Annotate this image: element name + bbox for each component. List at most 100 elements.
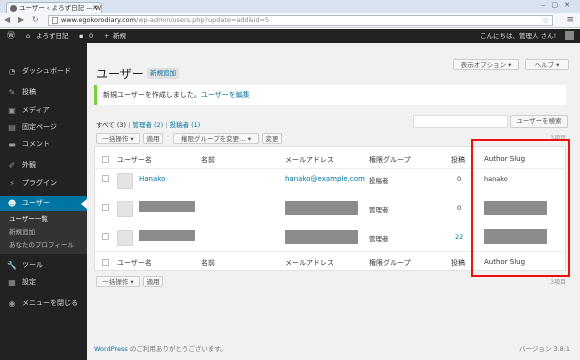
greeting-link[interactable]: こんにちは、管理人 さん! bbox=[480, 29, 556, 43]
sidebar-item-posts[interactable]: ✎ 投稿 bbox=[0, 86, 87, 99]
search-input[interactable] bbox=[413, 115, 508, 128]
row-checkbox[interactable] bbox=[102, 175, 109, 182]
home-icon[interactable]: ⌂ bbox=[26, 29, 30, 43]
edit-user-link[interactable]: ユーザーを編集 bbox=[201, 91, 250, 99]
site-name-link[interactable]: よろず日記 bbox=[36, 29, 69, 43]
posts-link[interactable]: 22 bbox=[455, 233, 463, 241]
sidebar-item-label: メニューを閉じる bbox=[22, 299, 78, 307]
browser-tabstrip: ユーザー ‹ よろず日記 — W ✕ ‒▢✕ bbox=[0, 0, 580, 13]
close-tab-icon[interactable]: ✕ bbox=[92, 3, 98, 13]
sidebar-item-media[interactable]: ▣ メディア bbox=[0, 104, 87, 117]
sidebar-item-label: 投稿 bbox=[22, 88, 36, 96]
col-header-posts: 投稿 bbox=[451, 156, 465, 164]
redacted-username bbox=[139, 201, 195, 212]
wordpress-logo-icon[interactable]: Ⓦ bbox=[7, 29, 15, 43]
media-icon: ▣ bbox=[8, 106, 16, 115]
role-filters: すべて (3) | 管理者 (2) | 投稿者 (1) bbox=[96, 119, 200, 129]
sidebar-item-label: 設定 bbox=[22, 278, 36, 286]
col-footer-role: 権限グループ bbox=[369, 259, 411, 267]
apply-button-bottom[interactable]: 適用 bbox=[143, 276, 163, 287]
dashboard-icon: ◔ bbox=[8, 67, 16, 76]
comment-icon: ▬ bbox=[8, 140, 16, 149]
sidebar-item-label: 固定ページ bbox=[22, 123, 57, 131]
new-content-link[interactable]: 新規 bbox=[113, 29, 126, 43]
comment-bubble-icon[interactable]: ▪ bbox=[79, 29, 83, 43]
apply-button[interactable]: 適用 bbox=[143, 133, 163, 144]
address-bar-row: ◀ ▶ ↻ www.egokorodiary.com/wp-admin/user… bbox=[0, 13, 580, 28]
col-footer-username[interactable]: ユーザー名 bbox=[117, 258, 152, 268]
avatar bbox=[117, 201, 133, 217]
redacted-email bbox=[285, 201, 358, 215]
notice-text: 新規ユーザーを作成しました。 bbox=[103, 91, 201, 99]
brush-icon: ✐ bbox=[8, 161, 16, 170]
row-checkbox[interactable] bbox=[102, 204, 109, 211]
sidebar-item-label: ユーザー bbox=[22, 199, 50, 207]
wordpress-link[interactable]: WordPress bbox=[94, 345, 128, 353]
browser-menu-icon[interactable]: ≡ bbox=[566, 15, 574, 25]
footer-version: バージョン 3.8.1 bbox=[519, 345, 570, 353]
sidebar-item-comments[interactable]: ▬ コメント bbox=[0, 138, 87, 151]
col-header-name[interactable]: 名前 bbox=[201, 155, 215, 165]
sidebar-item-users[interactable]: ☻ ユーザー bbox=[0, 196, 87, 211]
bulk-action-select-bottom[interactable]: 一括操作 ▾ bbox=[96, 276, 140, 287]
comments-count[interactable]: 0 bbox=[89, 29, 93, 43]
reload-icon[interactable]: ↻ bbox=[32, 15, 39, 24]
footer-thanks-text: のご利用ありがとうございます。 bbox=[127, 345, 227, 353]
wrench-icon: 🔧 bbox=[7, 261, 17, 270]
sidebar-item-settings[interactable]: ▦ 設定 bbox=[0, 276, 87, 289]
filter-all[interactable]: すべて (3) bbox=[96, 121, 126, 129]
screen-options-button[interactable]: 表示オプション ▾ bbox=[453, 59, 519, 70]
submenu-all-users[interactable]: ユーザー一覧 bbox=[0, 213, 87, 225]
avatar[interactable] bbox=[565, 31, 574, 40]
sidebar-item-tools[interactable]: 🔧 ツール bbox=[0, 259, 87, 272]
filter-author[interactable]: 投稿者 (1) bbox=[170, 121, 201, 129]
bookmark-star-icon[interactable]: ☆ bbox=[542, 16, 549, 25]
main-content: 表示オプション ▾ ヘルプ ▾ ユーザー 新規追加 新規ユーザーを作成しました。… bbox=[87, 43, 580, 360]
bulk-action-select[interactable]: 一括操作 ▾ bbox=[96, 133, 140, 144]
search-users-button[interactable]: ユーザーを検索 bbox=[510, 115, 568, 128]
admin-sidebar: ◔ ダッシュボード ✎ 投稿 ▣ メディア ▤ 固定ページ ▬ コメント ✐ 外観 ⚡ プラグ… bbox=[0, 43, 87, 360]
sidebar-item-plugins[interactable]: ⚡ プラグイン bbox=[0, 177, 87, 190]
submenu-add-new[interactable]: 新規追加 bbox=[0, 226, 87, 238]
role-cell: 管理者 bbox=[369, 235, 389, 243]
page-icon bbox=[52, 17, 58, 24]
item-count-bottom: 3項目 bbox=[550, 279, 566, 286]
change-role-button[interactable]: 変更 bbox=[262, 133, 282, 144]
filter-admin[interactable]: 管理者 (2) bbox=[132, 121, 163, 129]
sidebar-item-pages[interactable]: ▤ 固定ページ bbox=[0, 121, 87, 134]
browser-tab[interactable]: ユーザー ‹ よろず日記 — W ✕ bbox=[6, 2, 102, 13]
back-icon[interactable]: ◀ bbox=[4, 15, 10, 24]
sidebar-item-collapse[interactable]: ◉ メニューを閉じる bbox=[0, 297, 87, 310]
col-footer-name[interactable]: 名前 bbox=[201, 258, 215, 268]
footer-thanks: WordPress のご利用ありがとうございます。 bbox=[94, 343, 227, 353]
sidebar-item-appearance[interactable]: ✐ 外観 bbox=[0, 159, 87, 172]
change-role-select[interactable]: 権限グループを変更… ▾ bbox=[173, 133, 259, 144]
username-link[interactable]: Hanako bbox=[139, 175, 165, 183]
forward-icon[interactable]: ▶ bbox=[18, 15, 24, 24]
filter-separator: | bbox=[165, 121, 168, 129]
collapse-icon: ◉ bbox=[8, 299, 16, 308]
email-link[interactable]: hanako@example.com bbox=[285, 175, 365, 183]
row-checkbox[interactable] bbox=[102, 233, 109, 240]
col-header-username[interactable]: ユーザー名 bbox=[117, 155, 152, 165]
url-field[interactable]: www.egokorodiary.com/wp-admin/users.php?… bbox=[48, 15, 553, 26]
highlight-box bbox=[471, 139, 570, 277]
sidebar-item-label: プラグイン bbox=[22, 179, 57, 187]
sidebar-item-label: メディア bbox=[22, 106, 50, 114]
col-header-email[interactable]: メールアドレス bbox=[285, 155, 334, 165]
users-icon: ☻ bbox=[7, 199, 17, 208]
plus-icon[interactable]: + bbox=[104, 29, 109, 43]
window-controls[interactable]: ‒▢✕ bbox=[541, 1, 576, 9]
help-button[interactable]: ヘルプ ▾ bbox=[525, 59, 569, 70]
sidebar-item-label: 外観 bbox=[22, 161, 36, 169]
posts-cell: 0 bbox=[457, 204, 462, 212]
submenu-profile[interactable]: あなたのプロフィール bbox=[0, 239, 87, 251]
select-all-checkbox[interactable] bbox=[102, 156, 109, 163]
select-all-checkbox[interactable] bbox=[102, 259, 109, 266]
admin-bar: Ⓦ ⌂ よろず日記 ▪ 0 + 新規 こんにちは、管理人 さん! bbox=[0, 29, 580, 43]
filter-separator: | bbox=[128, 121, 131, 129]
add-new-button[interactable]: 新規追加 bbox=[147, 68, 179, 79]
sidebar-item-dashboard[interactable]: ◔ ダッシュボード bbox=[0, 65, 87, 78]
url-path: /wp-admin/users.php?update=add&id=5 bbox=[136, 16, 270, 24]
col-footer-email[interactable]: メールアドレス bbox=[285, 258, 334, 268]
